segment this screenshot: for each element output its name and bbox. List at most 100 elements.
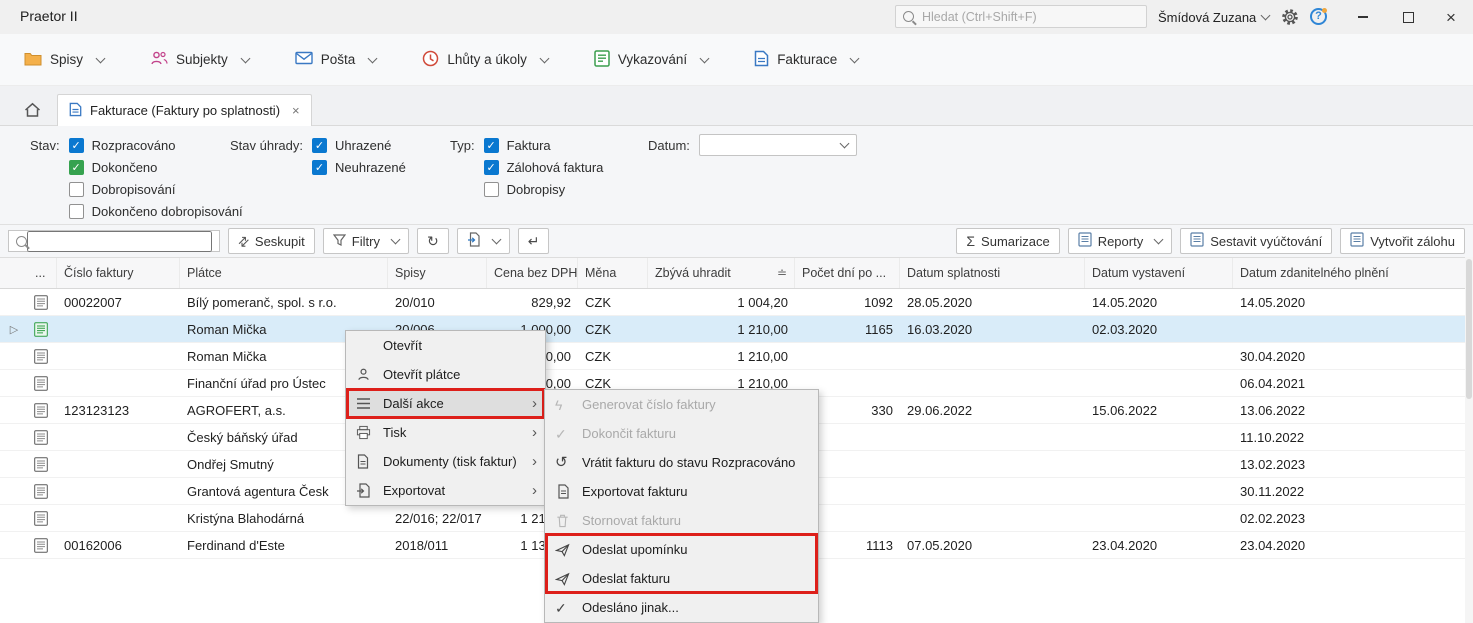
search-icon (903, 11, 914, 22)
submenu-item-exportovat-fakturu[interactable]: Exportovat fakturu (545, 477, 818, 506)
nav-item-lhuty-a-ukoly[interactable]: Lhůty a úkoly (422, 50, 548, 70)
refresh-button[interactable]: ↻ (417, 228, 449, 254)
user-menu[interactable]: Šmídová Zuzana (1158, 0, 1269, 34)
close-button[interactable]: × (1436, 0, 1466, 34)
column-header-datum-vystaveni[interactable]: Datum vystavení (1085, 258, 1233, 288)
filter-group-typ: Typ: Faktura Zálohová faktura Dobropisy (450, 134, 603, 200)
report-icon (594, 50, 610, 70)
tab-close-icon[interactable]: × (292, 103, 300, 118)
submenu-item-odeslat-upominku[interactable]: Odeslat upomínku (545, 535, 818, 564)
checkbox[interactable] (312, 160, 327, 175)
deposit-doc-icon (1350, 232, 1364, 250)
menu-item-dalsi-akce[interactable]: Další akce › (346, 389, 545, 418)
submenu-arrow-icon: › (532, 425, 537, 440)
invoice-row-icon (28, 430, 57, 445)
vertical-scrollbar[interactable] (1465, 257, 1473, 623)
column-header-datum-zdanitelneho-plneni[interactable]: Datum zdanitelného plnění (1233, 258, 1473, 288)
checkbox[interactable] (484, 160, 499, 175)
reporty-button[interactable]: Reporty (1068, 228, 1173, 254)
column-header[interactable]: ... (28, 258, 57, 288)
table-row-selected[interactable]: ▷ Roman Mička 20/006 1 000,00 CZK 1 210,… (0, 316, 1473, 343)
home-icon[interactable] (24, 102, 41, 118)
checkbox[interactable] (69, 138, 84, 153)
grid-search-input[interactable] (27, 231, 212, 252)
nav-item-spisy[interactable]: Spisy (24, 51, 104, 69)
menu-item-otevrit[interactable]: Otevřít (346, 331, 545, 360)
nav-item-vykazovani[interactable]: Vykazování (594, 50, 708, 70)
printer-icon (356, 425, 383, 440)
menu-item-dokumenty[interactable]: Dokumenty (tisk faktur) › (346, 447, 545, 476)
grid-toolbar: ⇄ Seskupit Filtry ↻ ↵ Σ Sumarizace Repor… (0, 225, 1473, 258)
main-navbar: Spisy Subjekty Pošta Lhůty a úkoly Vykaz… (0, 34, 1473, 86)
submenu-item-vratit-fakturu[interactable]: ↺ Vrátit fakturu do stavu Rozpracováno (545, 448, 818, 477)
export-icon (356, 483, 383, 498)
statement-doc-icon (1190, 232, 1204, 250)
help-icon[interactable]: ? (1310, 8, 1327, 25)
column-header-mena[interactable]: Měna (578, 258, 648, 288)
undo-icon: ↺ (555, 455, 582, 470)
checkbox[interactable] (484, 138, 499, 153)
sumarizace-button[interactable]: Σ Sumarizace (956, 228, 1059, 254)
user-name: Šmídová Zuzana (1158, 10, 1256, 25)
maximize-button[interactable] (1393, 0, 1423, 34)
checkbox[interactable] (312, 138, 327, 153)
grid-search[interactable] (8, 230, 220, 252)
datum-dropdown[interactable] (699, 134, 857, 156)
document-icon (356, 454, 383, 469)
person-icon (356, 367, 383, 382)
vytvorit-zalohu-button[interactable]: Vytvořit zálohu (1340, 228, 1465, 254)
submenu-item-odeslano-jinak[interactable]: ✓ Odesláno jinak... (545, 593, 818, 622)
column-header-spisy[interactable]: Spisy (388, 258, 487, 288)
column-header-pocet-dni[interactable]: Počet dní po ... (795, 258, 900, 288)
checkbox[interactable] (69, 204, 84, 219)
checkbox[interactable] (69, 182, 84, 197)
global-search-input[interactable] (920, 9, 1139, 25)
column-header-cislo-faktury[interactable]: Číslo faktury (57, 258, 180, 288)
checkbox[interactable] (69, 160, 84, 175)
funnel-icon (333, 234, 346, 249)
filter-option: Uhrazené (312, 134, 406, 156)
column-header-zbyva-uhradit[interactable]: Zbývá uhradit ≐ (648, 258, 795, 288)
close-icon: × (1446, 9, 1456, 26)
column-header-datum-splatnosti[interactable]: Datum splatnosti (900, 258, 1085, 288)
sestavit-vyuctovani-button[interactable]: Sestavit vyúčtování (1180, 228, 1332, 254)
export-button[interactable] (457, 228, 510, 254)
table-row[interactable]: Roman Mička 1 000,00 CZK 1 210,00 30.04.… (0, 343, 1473, 370)
menu-item-exportovat[interactable]: Exportovat › (346, 476, 545, 505)
report-doc-icon (1078, 232, 1092, 250)
chevron-down-icon (491, 235, 501, 245)
chevron-down-icon (1261, 11, 1271, 21)
settings-gear-icon[interactable] (1281, 8, 1299, 31)
sort-icon: ≐ (773, 266, 787, 280)
invoice-row-icon (28, 376, 57, 391)
invoice-row-icon (28, 457, 57, 472)
nav-item-subjekty[interactable]: Subjekty (150, 50, 249, 69)
tab-fakturace-po-splatnosti[interactable]: Fakturace (Faktury po splatnosti) × (57, 94, 312, 126)
filter-option: Dobropisy (484, 178, 604, 200)
maximize-icon (1403, 12, 1414, 23)
invoice-row-icon (28, 484, 57, 499)
minimize-button[interactable] (1348, 0, 1378, 34)
global-search[interactable] (895, 5, 1147, 28)
enter-button[interactable]: ↵ (518, 228, 550, 254)
nav-item-posta[interactable]: Pošta (295, 51, 377, 68)
group-icon: ⇄ (235, 233, 252, 250)
chevron-down-icon (391, 235, 401, 245)
submenu-arrow-icon: › (532, 396, 537, 411)
checkbox[interactable] (484, 182, 499, 197)
menu-item-otevrit-platce[interactable]: Otevřít plátce (346, 360, 545, 389)
nav-item-fakturace[interactable]: Fakturace (754, 50, 858, 70)
menu-item-tisk[interactable]: Tisk › (346, 418, 545, 447)
filter-option: Dobropisování (69, 178, 243, 200)
submenu-item-odeslat-fakturu[interactable]: Odeslat fakturu (545, 564, 818, 593)
table-row[interactable]: 00022007 Bílý pomeranč, spol. s r.o. 20/… (0, 289, 1473, 316)
chevron-down-icon (1154, 235, 1164, 245)
column-header-cena-bez-dph[interactable]: Cena bez DPH (487, 258, 578, 288)
filter-group-stav-uhrady: Stav úhrady: Uhrazené Neuhrazené (230, 134, 406, 178)
filtry-button[interactable]: Filtry (323, 228, 409, 254)
seskupit-button[interactable]: ⇄ Seskupit (228, 228, 315, 254)
invoice-row-icon (28, 511, 57, 526)
column-header-platce[interactable]: Plátce (180, 258, 388, 288)
table-header: ... Číslo faktury Plátce Spisy Cena bez … (0, 258, 1473, 289)
invoice-row-icon (28, 403, 57, 418)
